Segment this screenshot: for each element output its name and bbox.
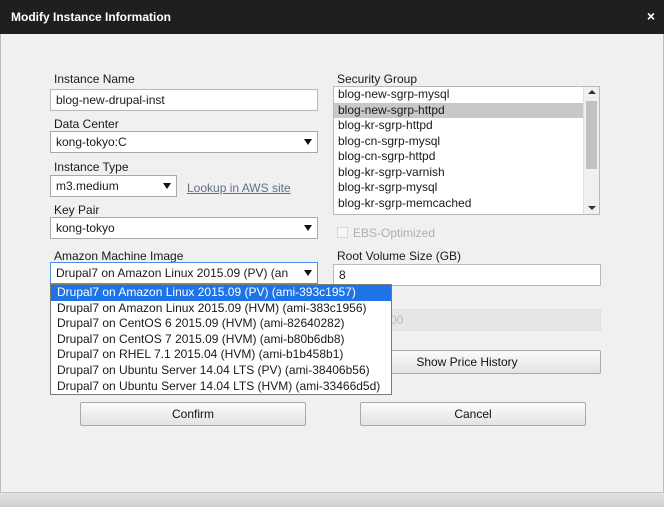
instance-type-value: m3.medium — [56, 179, 119, 193]
cancel-button[interactable]: Cancel — [360, 402, 586, 426]
ami-label: Amazon Machine Image — [54, 249, 184, 263]
instance-type-label: Instance Type — [54, 160, 129, 174]
dialog-title: Modify Instance Information — [11, 10, 172, 24]
scroll-down-icon[interactable] — [588, 206, 596, 210]
scroll-up-icon[interactable] — [588, 90, 596, 94]
security-group-item[interactable]: blog-new-sgrp-mysql — [334, 87, 583, 103]
data-center-select[interactable]: kong-tokyo:C — [50, 131, 318, 153]
ebs-optimized-label: EBS-Optimized — [353, 226, 436, 240]
root-volume-label: Root Volume Size (GB) — [337, 249, 462, 263]
ami-option[interactable]: Drupal7 on Amazon Linux 2015.09 (PV) (am… — [51, 285, 391, 301]
chevron-down-icon — [304, 139, 312, 145]
chevron-down-icon — [163, 183, 171, 189]
root-volume-input[interactable]: 8 — [333, 264, 601, 286]
ami-option[interactable]: Drupal7 on Ubuntu Server 14.04 LTS (PV) … — [51, 363, 391, 379]
modify-instance-dialog: Instance Name blog-new-drupal-inst Data … — [0, 34, 664, 507]
key-pair-label: Key Pair — [54, 203, 100, 217]
security-group-item[interactable]: blog-cn-sgrp-httpd — [334, 149, 583, 165]
security-group-item[interactable]: blog-cn-sgrp-mysql — [334, 134, 583, 150]
chevron-down-icon — [304, 225, 312, 231]
security-group-item[interactable]: blog-kr-sgrp-varnish — [334, 165, 583, 181]
security-group-listbox[interactable]: blog-new-sgrp-mysql blog-new-sgrp-httpd bl… — [333, 86, 600, 215]
security-group-item[interactable]: blog-kr-sgrp-httpd — [334, 118, 583, 134]
ami-option[interactable]: Drupal7 on Ubuntu Server 14.04 LTS (HVM)… — [51, 379, 391, 395]
data-center-value: kong-tokyo:C — [56, 135, 127, 149]
ami-option[interactable]: Drupal7 on RHEL 7.1 2015.04 (HVM) (ami-b… — [51, 347, 391, 363]
lookup-aws-link[interactable]: Lookup in AWS site — [187, 181, 291, 195]
data-center-label: Data Center — [54, 117, 119, 131]
ami-option[interactable]: Drupal7 on CentOS 6 2015.09 (HVM) (ami-8… — [51, 316, 391, 332]
security-group-item[interactable]: blog-kr-sgrp-memcached — [334, 196, 583, 212]
ebs-optimized-checkbox[interactable] — [337, 227, 348, 238]
confirm-button[interactable]: Confirm — [80, 402, 306, 426]
key-pair-select[interactable]: kong-tokyo — [50, 217, 318, 239]
key-pair-value: kong-tokyo — [56, 221, 115, 235]
close-icon[interactable]: × — [647, 9, 655, 23]
listbox-scrollbar[interactable] — [583, 87, 599, 214]
instance-type-select[interactable]: m3.medium — [50, 175, 177, 197]
instance-name-input[interactable]: blog-new-drupal-inst — [50, 89, 318, 111]
title-bar: Modify Instance Information × — [0, 0, 664, 34]
security-group-item[interactable]: blog-kr-sgrp-mysql — [334, 180, 583, 196]
ami-option[interactable]: Drupal7 on CentOS 7 2015.09 (HVM) (ami-b… — [51, 332, 391, 348]
security-group-label: Security Group — [337, 72, 418, 86]
chevron-down-icon — [304, 270, 312, 276]
ami-option[interactable]: Drupal7 on Amazon Linux 2015.09 (HVM) (a… — [51, 301, 391, 317]
security-group-item[interactable]: blog-new-sgrp-httpd — [334, 102, 583, 118]
ami-select[interactable]: Drupal7 on Amazon Linux 2015.09 (PV) (an — [50, 262, 318, 284]
status-bar — [0, 492, 664, 507]
scrollbar-thumb[interactable] — [586, 101, 597, 169]
ami-dropdown-list: Drupal7 on Amazon Linux 2015.09 (PV) (am… — [50, 284, 392, 395]
hidden-field-value: 00 — [390, 313, 404, 327]
ami-value: Drupal7 on Amazon Linux 2015.09 (PV) (an — [56, 266, 289, 280]
instance-name-label: Instance Name — [54, 72, 135, 86]
